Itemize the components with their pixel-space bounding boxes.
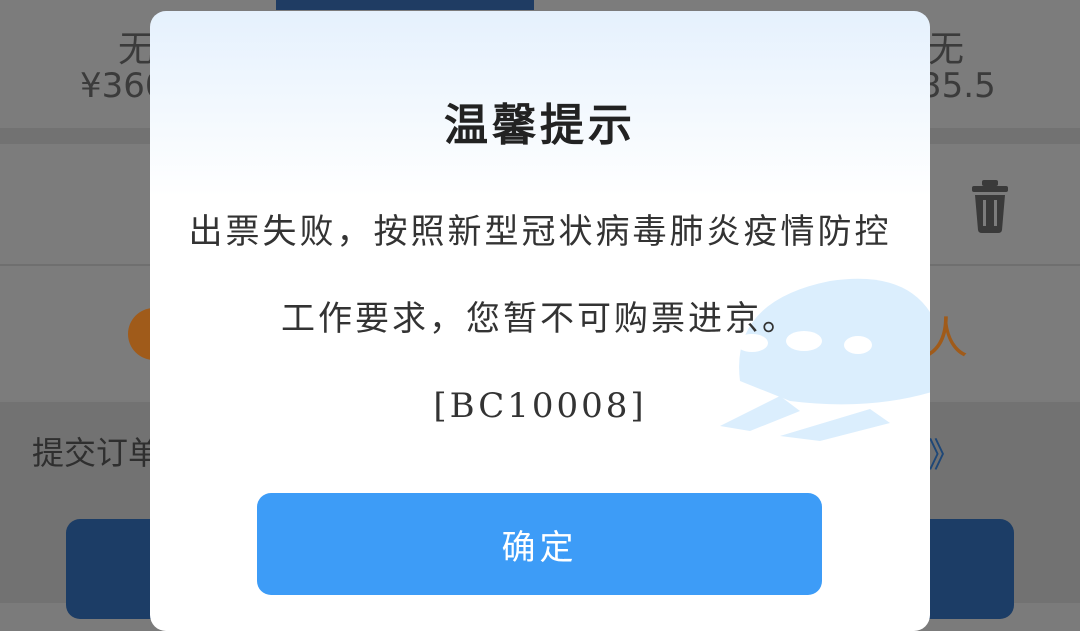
dialog-message: 出票失败，按照新型冠状病毒肺炎疫情防控工作要求，您暂不可购票进京。[BC1000… <box>188 212 892 426</box>
seat-availability-right: 无 <box>928 29 965 70</box>
seat-availability-left: 无 <box>118 29 155 70</box>
seat-price-right: 35.5 <box>920 66 996 106</box>
alert-dialog: 温馨提示 出票失败，按照新型冠状病毒肺炎疫情防控工作要求，您暂不可购票进京。[B… <box>150 11 930 631</box>
dialog-title: 温馨提示 <box>444 100 636 151</box>
trash-icon[interactable] <box>970 178 1010 234</box>
selected-seat-tab <box>276 0 534 10</box>
confirm-button[interactable]: 确定 <box>257 493 822 595</box>
add-passenger-label: 人 <box>924 313 968 364</box>
expand-arrows-icon[interactable]: 》 <box>928 428 962 477</box>
submit-order-label: 提交订单 <box>32 434 161 472</box>
